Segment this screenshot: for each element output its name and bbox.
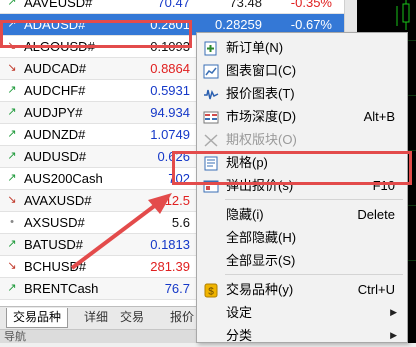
symbol-name: BRENTCash [24, 281, 99, 296]
symbol-name: BATUSD# [24, 237, 83, 252]
menu-item-label: 隐藏(i) [226, 207, 264, 222]
menu-item-label: 规格(p) [226, 155, 268, 170]
menu-item-shortcut: Alt+B [363, 109, 395, 124]
bid-price: 1.0749 [150, 127, 190, 142]
menu-item-label: 交易品种(y) [226, 282, 294, 297]
symbol-name: ALGOUSD# [24, 39, 95, 54]
menu-item-options-board[interactable]: 期权版块(O) [197, 128, 407, 151]
arrow-down-icon: ↘ [7, 62, 17, 74]
symbol-name: AUDCAD# [24, 61, 87, 76]
bid-price: 702 [168, 171, 190, 186]
bid-price: 0.2801 [150, 17, 190, 32]
menu-item-specification[interactable]: 规格(p) [197, 151, 407, 174]
menu-item-hide[interactable]: 隐藏(i) Delete [197, 203, 407, 226]
bid-price: 0.1813 [150, 237, 190, 252]
bid-price: 12.5 [164, 193, 190, 208]
menu-item-chart-window[interactable]: 图表窗口(C) [197, 59, 407, 82]
bid-price: 76.7 [164, 281, 190, 296]
menu-item-label: 设定 [226, 305, 253, 320]
menu-separator [225, 274, 403, 275]
menu-item-label: 新订单(N) [226, 40, 284, 55]
symbol-name: AUDJPY# [24, 105, 83, 120]
submenu-arrow-icon: ▶ [390, 330, 397, 340]
arrow-up-icon: ↗ [7, 282, 17, 294]
symbol-name: AUDUSD# [24, 149, 87, 164]
menu-item-shortcut: Ctrl+U [357, 282, 395, 297]
market-depth-icon [203, 109, 219, 124]
menu-item-settings[interactable]: 设定 ▶ [197, 301, 407, 324]
svg-text:$: $ [208, 287, 214, 298]
menu-item-label: 弹出报价(s) [226, 178, 294, 193]
bid-price: 0.5931 [150, 83, 190, 98]
symbols-icon: $ [203, 282, 219, 298]
tab-symbols[interactable]: 交易品种 [6, 308, 69, 328]
tab-details[interactable]: 详细 [78, 308, 114, 327]
arrow-up-icon: ↗ [7, 150, 17, 162]
menu-item-sort[interactable]: 分类 ▶ [197, 324, 407, 347]
menu-item-label: 全部显示(S) [226, 253, 296, 268]
menu-item-symbols[interactable]: $ 交易品种(y) Ctrl+U [197, 278, 407, 301]
watchlist-row[interactable]: ↗ AAVEUSD# 70.47 73.48 -0.35% [0, 0, 344, 14]
menu-item-label: 图表窗口(C) [226, 63, 297, 78]
menu-item-market-depth[interactable]: 市场深度(D) Alt+B [197, 105, 407, 128]
navigator-label: 导航 [4, 331, 26, 343]
bid-price: 94.934 [150, 105, 190, 120]
arrow-down-icon: ↘ [7, 194, 17, 206]
symbol-name: AUDCHF# [24, 83, 86, 98]
submenu-arrow-icon: ▶ [390, 307, 397, 317]
menu-item-show-all[interactable]: 全部显示(S) [197, 249, 407, 272]
daily-change: -0.35% [290, 0, 332, 10]
menu-separator [225, 199, 403, 200]
arrow-up-icon: ↗ [7, 172, 17, 184]
bid-price: 0.626 [157, 149, 190, 164]
arrow-up-icon: ↗ [7, 0, 17, 8]
arrow-up-icon: ↗ [7, 238, 17, 250]
symbol-name: ADAUSD# [24, 17, 86, 32]
bid-price: 5.6 [171, 215, 190, 230]
new-order-icon [203, 40, 219, 56]
menu-item-popup-prices[interactable]: 弹出报价(s) F10 [197, 174, 407, 197]
menu-item-label: 分类 [226, 328, 253, 343]
bid-price: 281.39 [150, 259, 190, 274]
menu-item-new-order[interactable]: 新订单(N) [197, 36, 407, 59]
options-board-icon [203, 132, 219, 147]
tab-ticks[interactable]: 报价 [164, 308, 200, 327]
symbol-name: AAVEUSD# [24, 0, 93, 10]
bid-price: 0.8864 [150, 61, 190, 76]
ask-price: 73.48 [229, 0, 262, 10]
arrow-up-icon: ↗ [7, 128, 17, 140]
symbol-name: BCHUSD# [24, 259, 87, 274]
menu-item-label: 期权版块(O) [226, 132, 297, 147]
context-menu: 新订单(N) 图表窗口(C) 报价图表(T) 市场深度(D) Alt+B 期权版块(O) 规… [196, 32, 408, 343]
arrow-up-icon: ↗ [7, 18, 17, 30]
menu-item-label: 全部隐藏(H) [226, 230, 297, 245]
menu-item-hide-all[interactable]: 全部隐藏(H) [197, 226, 407, 249]
symbol-name: AUS200Cash [24, 171, 103, 186]
menu-item-tick-chart[interactable]: 报价图表(T) [197, 82, 407, 105]
arrow-up-icon: ↗ [7, 106, 17, 118]
menu-item-label: 市场深度(D) [226, 109, 297, 124]
bid-price: 0.1093 [150, 39, 190, 54]
menu-item-shortcut: F10 [372, 178, 395, 193]
ask-price: 0.28259 [215, 17, 262, 32]
arrow-down-icon: ↘ [7, 260, 17, 272]
bid-price: 70.47 [157, 0, 190, 10]
chart-window-icon [203, 63, 219, 79]
specification-icon [203, 155, 219, 171]
tick-chart-icon [203, 86, 219, 101]
arrow-down-icon: ↘ [7, 40, 17, 52]
symbol-name: AUDNZD# [24, 127, 86, 142]
symbol-name: AXSUSD# [24, 215, 85, 230]
dot-icon: • [10, 216, 14, 228]
menu-item-shortcut: Delete [357, 207, 395, 222]
symbol-name: AVAXUSD# [24, 193, 92, 208]
arrow-up-icon: ↗ [7, 84, 17, 96]
menu-item-label: 报价图表(T) [226, 86, 295, 101]
tab-trading[interactable]: 交易 [114, 308, 150, 327]
daily-change: -0.67% [290, 17, 332, 32]
popup-prices-icon [203, 178, 219, 193]
